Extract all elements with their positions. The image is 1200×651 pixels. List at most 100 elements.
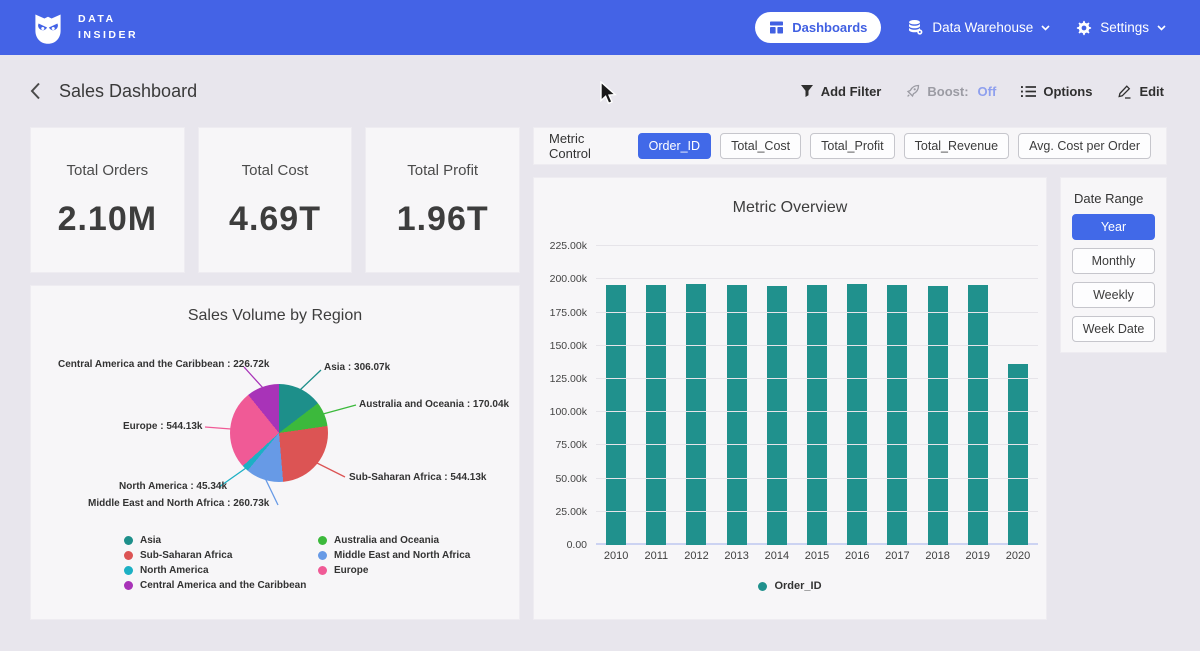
metric-button[interactable]: Total_Cost (720, 133, 801, 159)
kpi-label: Total Profit (407, 162, 478, 179)
dashboards-button[interactable]: Dashboards (755, 12, 881, 43)
y-tick-label: 0.00 (567, 539, 587, 551)
bar-slot (958, 233, 998, 545)
bar-slot (837, 233, 877, 545)
date-range-button[interactable]: Week Date (1072, 316, 1155, 342)
date-range-button[interactable]: Weekly (1072, 282, 1155, 308)
chevron-down-icon (1041, 25, 1050, 31)
pie-leader-line (205, 427, 231, 429)
x-tick-label: 2012 (676, 550, 716, 562)
metric-button[interactable]: Total_Profit (810, 133, 895, 159)
date-range-button[interactable]: Monthly (1072, 248, 1155, 274)
gridline (596, 511, 1038, 512)
metric-button[interactable]: Total_Revenue (904, 133, 1009, 159)
legend-label: Asia (140, 535, 161, 546)
page: DATA INSIDER Dashboards (0, 0, 1200, 651)
legend-label: Order_ID (774, 580, 821, 592)
x-tick-label: 2019 (958, 550, 998, 562)
boost-toggle[interactable]: Boost: Off (906, 84, 996, 99)
gear-icon (1076, 20, 1092, 36)
legend-dot (758, 582, 767, 591)
bar-slot (636, 233, 676, 545)
pie-slice-label: Middle East and North Africa : 260.73k (88, 498, 269, 509)
edit-button[interactable]: Edit (1117, 84, 1164, 99)
date-range-button[interactable]: Year (1072, 214, 1155, 240)
pie-legend-column-1: Asia Sub-Saharan AfricaNorth America Centr… (124, 533, 306, 593)
legend-label: Europe (334, 565, 368, 576)
bar[interactable] (1008, 364, 1028, 545)
bar[interactable] (887, 285, 907, 545)
bar-slot (717, 233, 757, 545)
options-button[interactable]: Options (1021, 84, 1092, 99)
metric-button[interactable]: Avg. Cost per Order (1018, 133, 1151, 159)
gridline (596, 345, 1038, 346)
bar-slot (596, 233, 636, 545)
boost-label: Boost: (927, 84, 968, 99)
y-tick-label: 225.00k (550, 240, 587, 252)
bar[interactable] (928, 286, 948, 545)
brand: DATA INSIDER (30, 10, 138, 46)
legend-item[interactable]: Europe (318, 563, 470, 578)
pie-legend-column-2: Australia and Oceania Middle East and Nor… (318, 533, 470, 578)
bar[interactable] (968, 285, 988, 545)
kpi-value: 2.10M (58, 200, 158, 239)
page-title: Sales Dashboard (59, 81, 197, 102)
bar[interactable] (767, 286, 787, 545)
bar-chart-card: Metric Overview 0.0025.00k50.00k75.00k10… (533, 177, 1047, 620)
x-tick-label: 2016 (837, 550, 877, 562)
legend-item[interactable]: Asia (124, 533, 306, 548)
pie-leader-line (300, 370, 321, 390)
metric-control-bar: Metric Control Order_IDTotal_CostTotal_P… (533, 127, 1167, 165)
legend-item[interactable]: Australia and Oceania (318, 533, 470, 548)
x-tick-label: 2017 (877, 550, 917, 562)
legend-dot (318, 566, 327, 575)
brand-line2: INSIDER (78, 28, 138, 44)
database-icon (907, 19, 924, 36)
add-filter-button[interactable]: Add Filter (800, 84, 882, 99)
y-tick-label: 175.00k (550, 307, 587, 319)
legend-item[interactable]: Order_ID (758, 580, 821, 592)
bar-plot: 0.0025.00k50.00k75.00k100.00k125.00k150.… (596, 233, 1038, 545)
pie-leader-line (323, 405, 356, 414)
legend-item[interactable]: Central America and the Caribbean (124, 578, 306, 593)
y-tick-label: 200.00k (550, 273, 587, 285)
legend-item[interactable]: North America (124, 563, 306, 578)
bar-slot (797, 233, 837, 545)
legend-dot (124, 536, 133, 545)
gridline (596, 312, 1038, 313)
pie-chart-title: Sales Volume by Region (31, 286, 519, 325)
bar[interactable] (606, 285, 626, 545)
kpi-row: Total Orders 2.10M Total Cost 4.69T Tota… (30, 127, 520, 273)
y-tick-label: 75.00k (555, 439, 587, 451)
kpi-value: 1.96T (397, 200, 489, 239)
bar-slot (877, 233, 917, 545)
metric-button[interactable]: Order_ID (638, 133, 711, 159)
legend-item[interactable]: Middle East and North Africa (318, 548, 470, 563)
navbar-menu: Dashboards Data Warehouse (755, 12, 1166, 43)
gridline (596, 378, 1038, 379)
data-warehouse-menu[interactable]: Data Warehouse (907, 19, 1050, 36)
legend-item[interactable]: Sub-Saharan Africa (124, 548, 306, 563)
x-tick-label: 2010 (596, 550, 636, 562)
edit-pencil-icon (1117, 84, 1132, 99)
bar-slot (757, 233, 797, 545)
pie-chart[interactable] (230, 384, 328, 482)
bar[interactable] (646, 285, 666, 545)
mouse-cursor (599, 81, 621, 105)
bar[interactable] (686, 284, 706, 545)
legend-label: Middle East and North Africa (334, 550, 470, 561)
x-tick-label: 2011 (636, 550, 676, 562)
kpi-card-total-orders: Total Orders 2.10M (30, 127, 185, 273)
bar[interactable] (807, 285, 827, 545)
data-warehouse-label: Data Warehouse (932, 20, 1033, 35)
x-axis-labels: 2010201120122013201420152016201720182019… (596, 550, 1038, 562)
bar[interactable] (847, 284, 867, 545)
add-filter-label: Add Filter (821, 84, 882, 99)
back-button[interactable] (30, 82, 41, 100)
legend-dot (124, 581, 133, 590)
settings-menu[interactable]: Settings (1076, 20, 1166, 36)
pie-slice-label: Central America and the Caribbean : 226.… (58, 359, 269, 370)
gridline (596, 278, 1038, 279)
bar[interactable] (727, 285, 747, 545)
legend-label: Central America and the Caribbean (140, 580, 306, 591)
